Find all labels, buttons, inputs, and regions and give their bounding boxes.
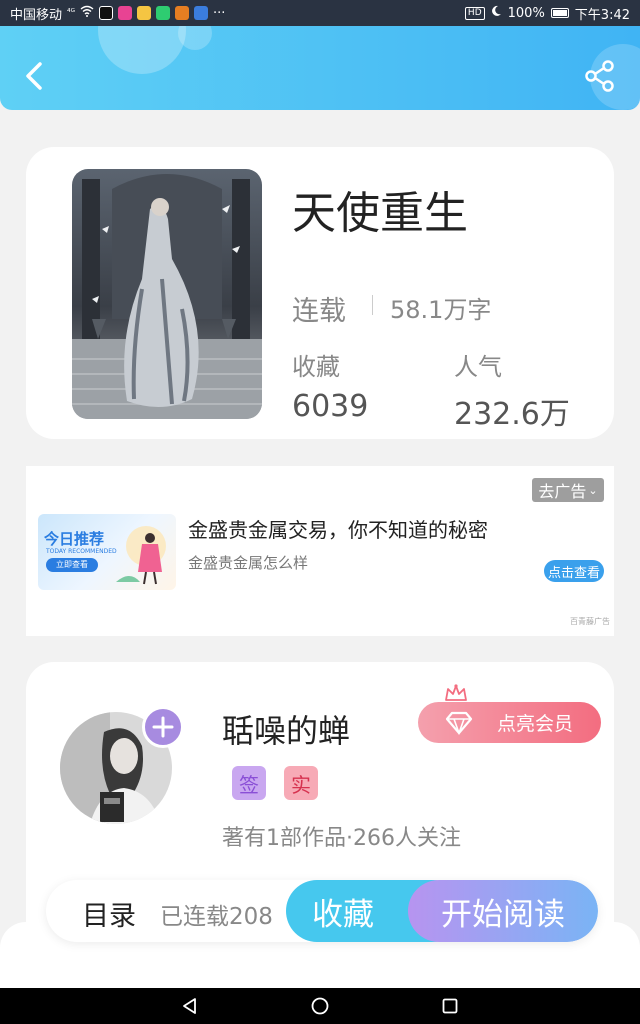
serial-status: 连载	[292, 296, 346, 327]
favorites-label: 收藏	[292, 353, 340, 381]
start-reading-button[interactable]: 开始阅读	[408, 880, 598, 942]
author-name[interactable]: 聒噪的蝉	[222, 706, 350, 752]
share-button[interactable]	[580, 56, 620, 96]
ad-image[interactable]: 今日推荐 TODAY RECOMMENDED 立即查看	[38, 514, 176, 590]
verified-badge: 实	[284, 766, 318, 800]
plus-icon	[152, 716, 174, 738]
ad-image-title: 今日推荐	[44, 530, 105, 548]
popularity-label: 人气	[454, 353, 502, 381]
book-info-card: 天使重生 连载 58.1万字 收藏 人气 6039 232.6万	[26, 147, 614, 439]
recents-square-icon[interactable]	[440, 996, 460, 1016]
divider	[372, 295, 373, 315]
hd-icon: HD	[464, 6, 485, 20]
favorites-value: 6039	[292, 389, 369, 424]
moon-icon	[491, 5, 502, 21]
ad-illustration	[116, 526, 166, 585]
decor-bubble	[178, 26, 212, 50]
ad-headline: 金盛贵金属交易，你不知道的秘密	[188, 518, 488, 542]
chevron-left-icon	[26, 62, 42, 90]
app-notification-icon	[99, 6, 114, 20]
share-icon	[585, 60, 614, 92]
home-circle-icon[interactable]	[310, 996, 330, 1016]
ad-source-label: 百青藤广告	[570, 617, 610, 626]
ad-cta-button[interactable]: 点击查看	[544, 560, 604, 582]
ad-subtitle: 金盛贵金属怎么样	[188, 554, 309, 572]
word-count: 58.1万字	[390, 296, 492, 324]
ad-image-button: 立即查看	[46, 558, 98, 572]
system-nav-bar	[0, 988, 640, 1024]
wifi-icon	[80, 5, 94, 21]
ad-image-subtitle: TODAY RECOMMENDED	[46, 548, 117, 555]
carrier-label: 中国移动	[10, 7, 63, 23]
crown-icon	[445, 684, 467, 701]
remove-ad-label: 去广告	[538, 482, 587, 501]
vip-label: 点亮会员	[496, 713, 573, 735]
header-bar	[0, 26, 640, 110]
app-notification-icon	[118, 6, 133, 20]
popularity-value: 232.6万	[454, 397, 570, 432]
book-title: 天使重生	[292, 188, 468, 239]
author-stats: 著有1部作品·266人关注	[222, 826, 461, 851]
clock: 下午3:42	[574, 7, 630, 23]
chapter-count: 已连载208	[160, 904, 273, 930]
back-button[interactable]	[18, 56, 54, 96]
more-notifications: ···	[213, 5, 226, 21]
app-notification-icon	[156, 6, 171, 20]
battery-percent: 100%	[507, 5, 545, 21]
signal-icon: ⁴ᴳ	[67, 8, 76, 18]
book-cover[interactable]	[72, 169, 262, 419]
activate-vip-button[interactable]: 点亮会员	[418, 702, 601, 743]
app-notification-icon	[137, 6, 152, 20]
status-bar: 中国移动 ⁴ᴳ ··· HD 100% 下午3:42	[0, 0, 640, 26]
battery-icon	[550, 8, 569, 18]
back-triangle-icon[interactable]	[180, 996, 200, 1016]
app-notification-icon	[194, 6, 209, 20]
ad-banner[interactable]: 去广告 ⌄ 今日推荐 TODAY RECOMMENDED 立即查看 金盛贵金属交…	[26, 466, 614, 636]
app-notification-icon	[175, 6, 190, 20]
signed-author-badge: 签	[232, 766, 266, 800]
diamond-icon	[445, 711, 473, 735]
remove-ad-button[interactable]: 去广告 ⌄	[532, 478, 604, 502]
follow-author-button[interactable]	[142, 706, 184, 748]
chevron-down-icon: ⌄	[588, 483, 598, 497]
table-of-contents-button[interactable]: 目录	[82, 894, 136, 933]
bottom-action-bar: 目录 已连载208 收藏 开始阅读	[46, 880, 598, 942]
decor-bubble	[98, 26, 186, 74]
